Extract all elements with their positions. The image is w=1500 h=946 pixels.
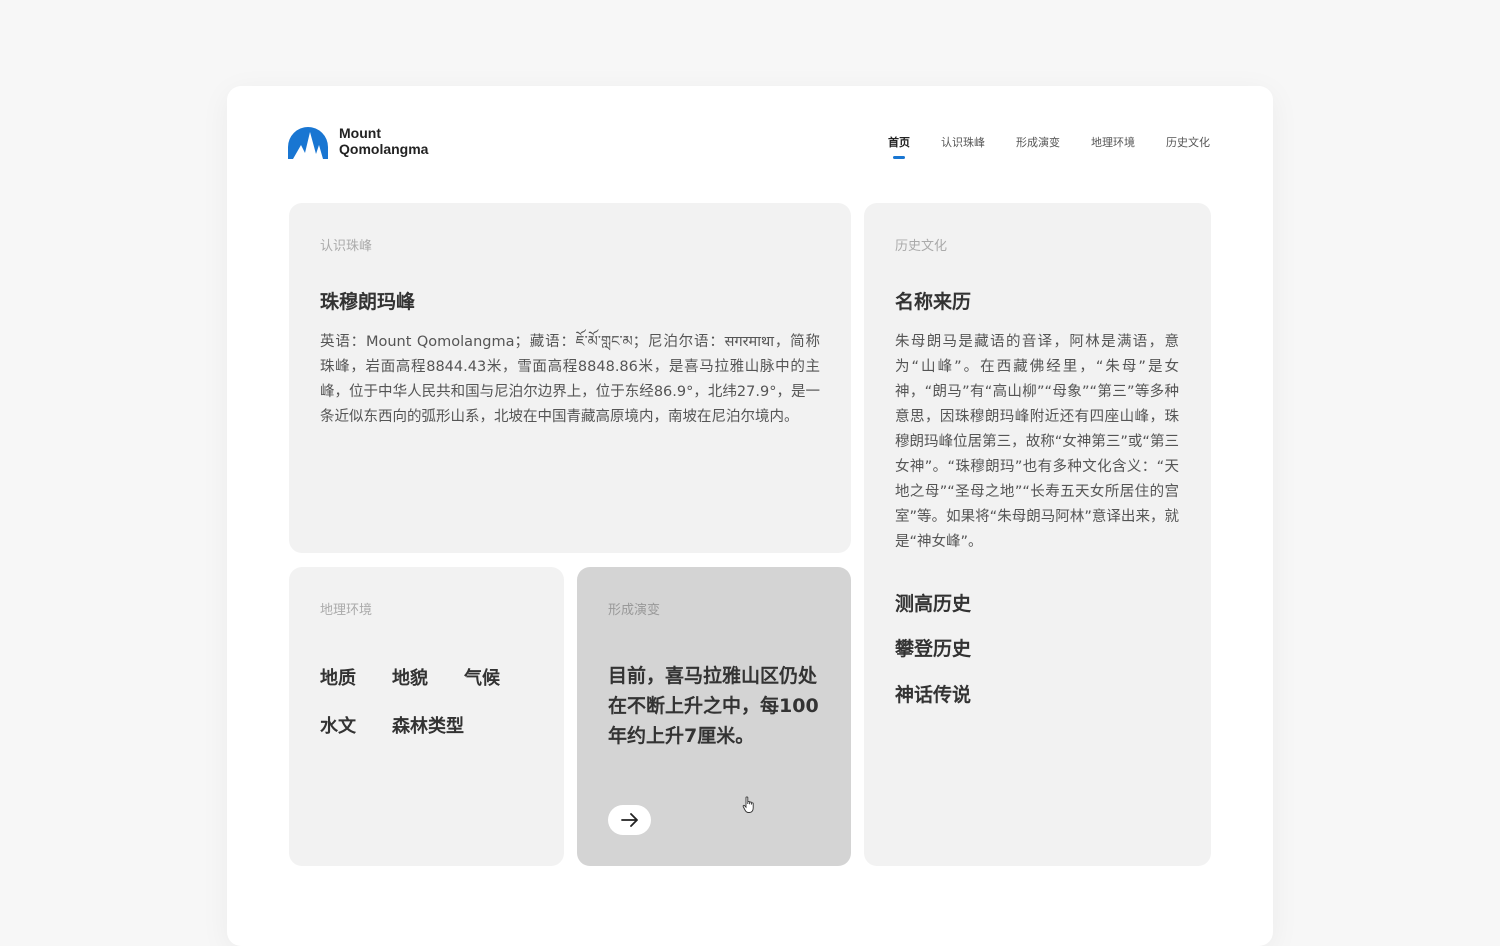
card-body: 英语：Mount Qomolangma；藏语：ཇོ་མོ་གླང་མ；尼泊尔语：… [320, 334, 820, 425]
hand-cursor-icon [742, 796, 754, 813]
logo-line-1: Mount [339, 125, 381, 141]
mountain-logo-icon [288, 127, 328, 159]
formation-text: 目前，喜马拉雅山区仍处在不断上升之中，每100年约上升7厘米。 [608, 665, 819, 747]
nav-item-home[interactable]: 首页 [888, 134, 910, 159]
geo-item-geology[interactable]: 地质 [320, 664, 356, 690]
geo-item-hydrology[interactable]: 水文 [320, 712, 356, 738]
logo[interactable]: Mount Qomolangma [288, 123, 428, 159]
top-nav: 首页 认识珠峰 形成演变 地理环境 历史文化 [857, 134, 1210, 159]
card-title: 名称来历 [895, 291, 972, 313]
card-label: 历史文化 [895, 239, 948, 254]
link-measure-history[interactable]: 测高历史 [895, 589, 971, 616]
card-label: 认识珠峰 [320, 239, 373, 254]
link-myths[interactable]: 神话传说 [895, 680, 971, 707]
arrow-button[interactable] [608, 805, 651, 835]
formation-card[interactable]: 形成演变 目前，喜马拉雅山区仍处在不断上升之中，每100年约上升7厘米。 [577, 567, 851, 866]
card-title: 珠穆朗玛峰 [320, 291, 416, 313]
nav-item-geography[interactable]: 地理环境 [1091, 134, 1135, 150]
geo-item-forest-types[interactable]: 森林类型 [392, 712, 464, 738]
card-body: 朱母朗马是藏语的音译，阿林是满语，意为“山峰”。在西藏佛经里，“朱母”是女神，“… [895, 334, 1179, 550]
nav-item-formation[interactable]: 形成演变 [1016, 134, 1060, 150]
card-label: 地理环境 [320, 603, 373, 618]
geography-card[interactable]: 地理环境 地质 地貌 气候 水文 森林类型 [289, 567, 564, 866]
nav-item-recognize[interactable]: 认识珠峰 [941, 134, 985, 150]
geo-item-climate[interactable]: 气候 [464, 664, 500, 690]
nav-item-history[interactable]: 历史文化 [1166, 134, 1210, 150]
history-card[interactable]: 历史文化 名称来历 朱母朗马是藏语的音译，阿林是满语，意为“山峰”。在西藏佛经里… [864, 203, 1211, 866]
geo-item-landform[interactable]: 地貌 [392, 664, 428, 690]
logo-text: Mount Qomolangma [339, 125, 428, 157]
logo-line-2: Qomolangma [339, 141, 429, 157]
arrow-right-icon [620, 813, 638, 827]
recognize-card[interactable]: 认识珠峰 珠穆朗玛峰 英语：Mount Qomolangma；藏语：ཇོ་མོ་… [289, 203, 851, 553]
card-label: 形成演变 [608, 603, 661, 618]
link-climb-history[interactable]: 攀登历史 [895, 634, 971, 661]
